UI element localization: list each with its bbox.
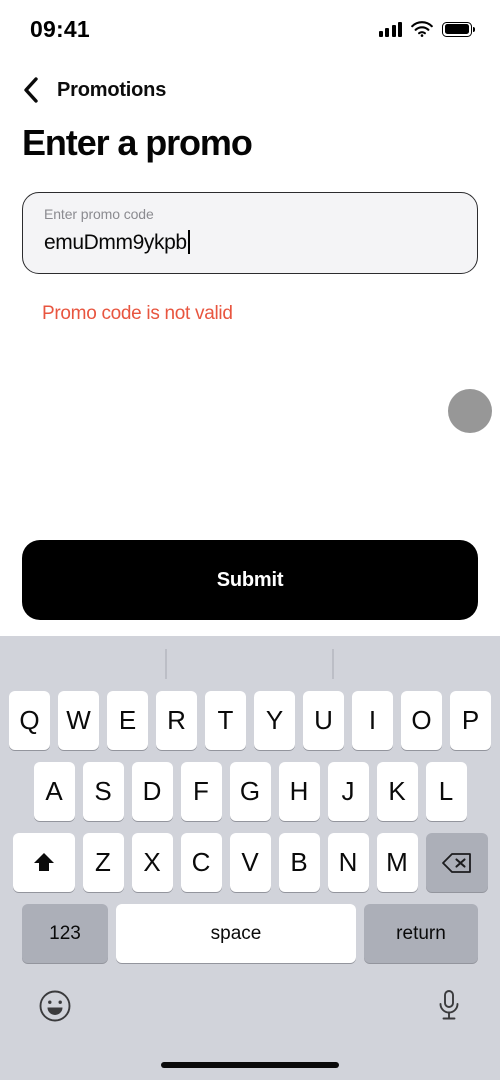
key-i[interactable]: I (352, 691, 393, 750)
key-b[interactable]: B (278, 833, 320, 892)
navigation-bar: Promotions (0, 70, 500, 110)
key-k[interactable]: K (376, 762, 418, 821)
key-y[interactable]: Y (254, 691, 295, 750)
promo-code-value: emuDmm9ykpb (44, 230, 187, 254)
key-w[interactable]: W (58, 691, 99, 750)
emoji-smiley-icon[interactable] (38, 989, 72, 1023)
submit-button[interactable]: Submit (22, 540, 478, 620)
page-title: Enter a promo (22, 122, 253, 163)
status-time: 09:41 (30, 15, 90, 42)
key-z[interactable]: Z (82, 833, 124, 892)
cellular-signal-icon (378, 21, 402, 37)
key-h[interactable]: H (278, 762, 320, 821)
validation-error-message: Promo code is not valid (42, 303, 233, 324)
numbers-key[interactable]: 123 (22, 904, 108, 963)
wifi-icon (411, 21, 433, 37)
text-cursor (187, 230, 190, 254)
key-q[interactable]: Q (9, 691, 50, 750)
on-screen-keyboard: Q W E R T Y U I O P A S D F G H J K L Z … (0, 636, 500, 1080)
keyboard-row-3: Z X C V B N M (0, 833, 500, 892)
phone-screen: 09:41 Promotions Enter a promo Enter pro… (0, 0, 500, 1080)
home-indicator (161, 1062, 339, 1068)
shift-arrow-icon (33, 852, 54, 871)
promo-code-label: Enter promo code (44, 206, 154, 222)
key-f[interactable]: F (180, 762, 222, 821)
key-v[interactable]: V (229, 833, 271, 892)
chevron-left-icon (24, 77, 38, 103)
key-g[interactable]: G (229, 762, 271, 821)
suggestion-divider (165, 649, 167, 679)
key-n[interactable]: N (327, 833, 369, 892)
space-key[interactable]: space (116, 904, 356, 963)
key-j[interactable]: J (327, 762, 369, 821)
keyboard-row-1: Q W E R T Y U I O P (0, 691, 500, 750)
status-icons (378, 21, 476, 37)
nav-title: Promotions (57, 78, 167, 101)
status-bar: 09:41 (0, 0, 500, 58)
key-p[interactable]: P (450, 691, 491, 750)
return-key[interactable]: return (364, 904, 478, 963)
key-e[interactable]: E (107, 691, 148, 750)
floating-action-circle[interactable] (448, 389, 492, 433)
keyboard-row-4: 123 space return (0, 904, 500, 963)
key-s[interactable]: S (82, 762, 124, 821)
key-c[interactable]: C (180, 833, 222, 892)
promo-code-input[interactable]: Enter promo code emuDmm9ykpb (22, 192, 478, 274)
battery-full-icon (442, 21, 476, 37)
microphone-icon[interactable] (436, 989, 462, 1023)
key-r[interactable]: R (156, 691, 197, 750)
key-a[interactable]: A (33, 762, 75, 821)
predictive-suggestion-bar[interactable] (0, 636, 500, 691)
key-l[interactable]: L (425, 762, 467, 821)
suggestion-divider (332, 649, 334, 679)
keyboard-bottom-bar (0, 975, 500, 1037)
shift-key[interactable] (12, 833, 75, 892)
key-d[interactable]: D (131, 762, 173, 821)
key-u[interactable]: U (303, 691, 344, 750)
key-x[interactable]: X (131, 833, 173, 892)
promo-value-row: emuDmm9ykpb (44, 230, 457, 254)
keyboard-row-2: A S D F G H J K L (0, 762, 500, 821)
back-button[interactable] (22, 77, 40, 103)
key-o[interactable]: O (401, 691, 442, 750)
backspace-key[interactable] (425, 833, 488, 892)
backspace-delete-icon (441, 852, 471, 873)
key-m[interactable]: M (376, 833, 418, 892)
key-t[interactable]: T (205, 691, 246, 750)
